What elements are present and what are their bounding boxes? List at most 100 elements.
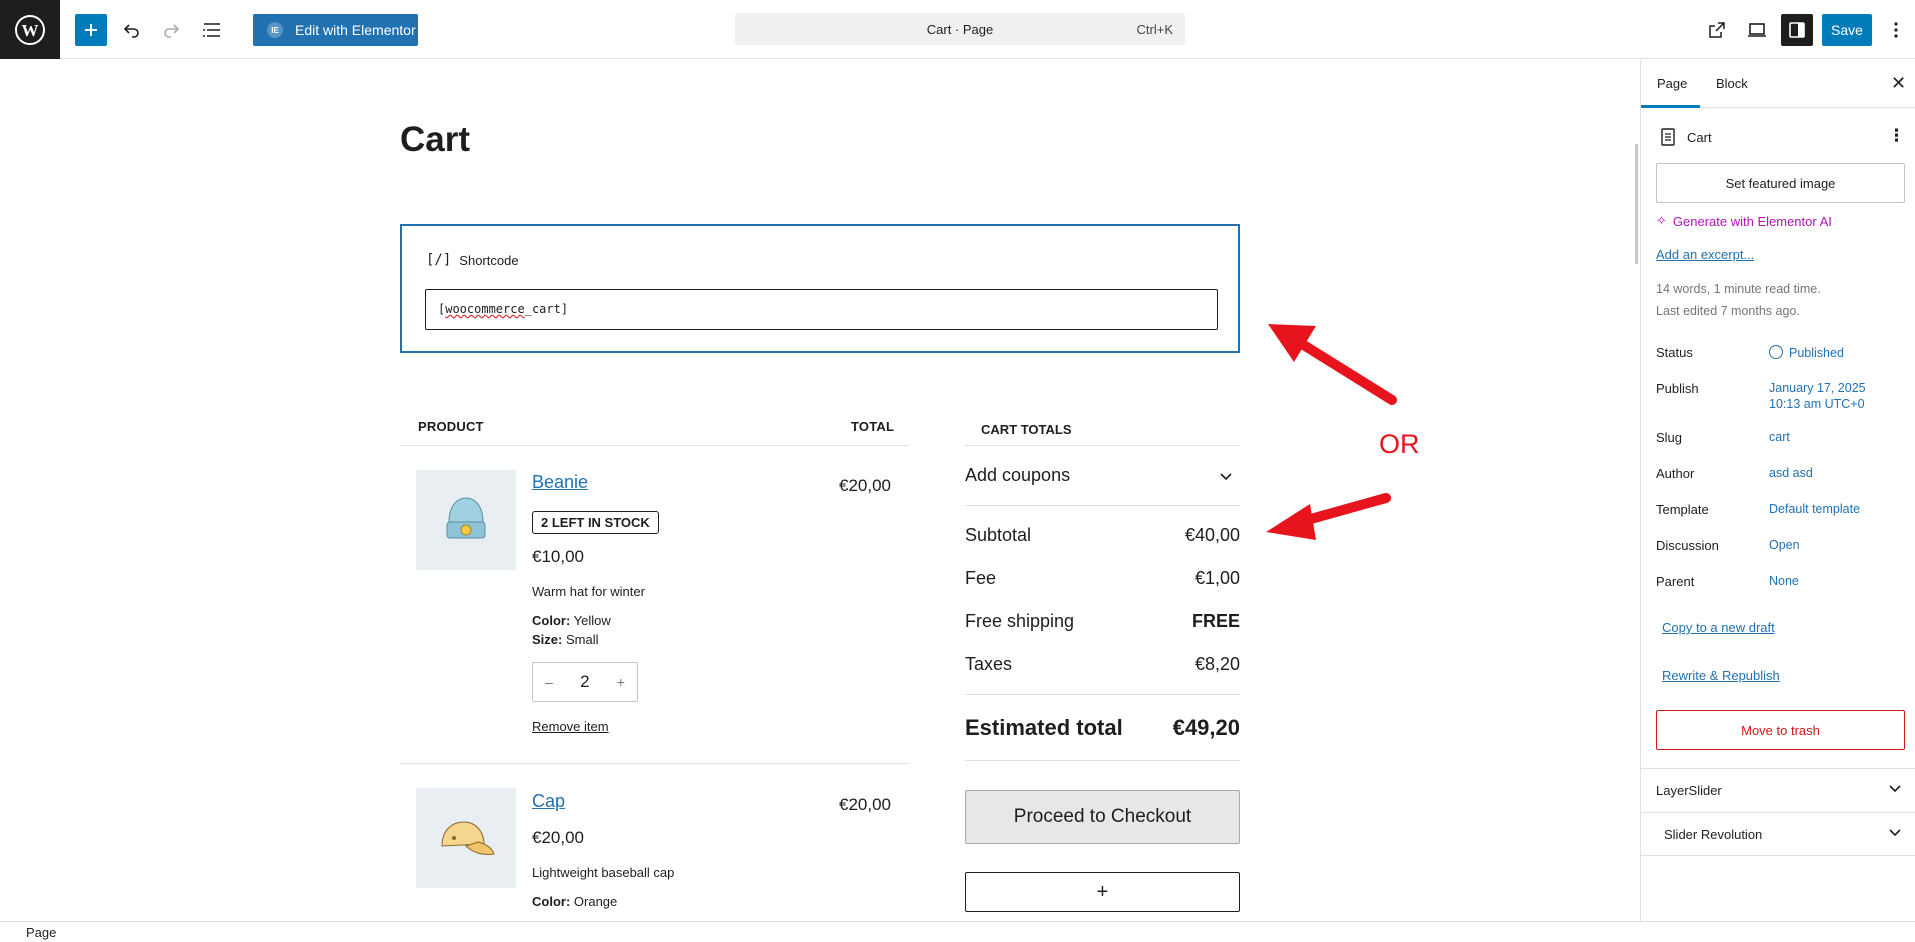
beanie-image[interactable] xyxy=(416,470,516,570)
shortcode-block-header: [/] Shortcode xyxy=(426,252,519,268)
prop-label-template: Template xyxy=(1656,502,1709,517)
totals-divider xyxy=(965,445,1240,446)
color-value: Yellow xyxy=(573,613,611,628)
close-icon[interactable]: ✕ xyxy=(1891,73,1906,94)
redo-icon[interactable] xyxy=(155,14,187,46)
cap-image[interactable] xyxy=(416,788,516,888)
word-count: 14 words, 1 minute read time. xyxy=(1656,282,1821,296)
column-header-total: TOTAL xyxy=(851,419,895,434)
footer-breadcrumb: Page xyxy=(0,921,1915,942)
published-check-icon xyxy=(1769,345,1783,359)
add-coupons-toggle[interactable]: Add coupons xyxy=(965,465,1240,486)
prop-label-parent: Parent xyxy=(1656,574,1695,589)
product-price: €10,00 xyxy=(532,547,584,566)
set-featured-image-button[interactable]: Set featured image xyxy=(1656,163,1905,203)
color-value: Orange xyxy=(573,894,618,909)
panel-slider-revolution-label: Slider Revolution xyxy=(1664,826,1763,842)
product-color: Color: Yellow xyxy=(532,613,611,628)
product-description: Lightweight baseball cap xyxy=(532,865,675,880)
author-value[interactable]: asd asd xyxy=(1769,466,1813,480)
elementor-icon: IE xyxy=(267,22,283,38)
document-summary: Cart xyxy=(1661,128,1712,146)
add-block-button[interactable]: + xyxy=(965,872,1240,912)
command-palette-bar[interactable]: Cart · Page Ctrl+K xyxy=(735,13,1185,45)
estimated-total-label: Estimated total xyxy=(965,715,1123,740)
annotation-arrow-icon xyxy=(1268,324,1397,405)
status-value[interactable]: Published xyxy=(1769,345,1844,360)
quantity-stepper[interactable]: – 2 + xyxy=(532,662,638,702)
proceed-to-checkout-button[interactable]: Proceed to Checkout xyxy=(965,790,1240,844)
estimated-total-row: Estimated total €49,20 xyxy=(965,715,1240,741)
cart-totals-title: CART TOTALS xyxy=(981,422,1072,437)
publish-date[interactable]: January 17, 2025 10:13 am UTC+0 xyxy=(1769,381,1866,411)
tab-block[interactable]: Block xyxy=(1716,76,1748,91)
parent-value[interactable]: None xyxy=(1769,574,1799,588)
subtotal-row: Subtotal €40,00 xyxy=(965,525,1240,546)
taxes-label: Taxes xyxy=(965,654,1013,674)
shortcode-input[interactable]: [woocommerce_cart] xyxy=(425,289,1218,330)
size-label: Size: xyxy=(532,632,563,647)
generate-ai-label: Generate with Elementor AI xyxy=(1672,213,1832,229)
last-edited: Last edited 7 months ago. xyxy=(1656,304,1800,318)
shipping-label: Free shipping xyxy=(965,611,1075,631)
elementor-button-label: Edit with Elementor xyxy=(295,22,416,38)
product-link-cap[interactable]: Cap xyxy=(532,791,565,812)
slug-value[interactable]: cart xyxy=(1769,430,1790,444)
increment-icon[interactable]: + xyxy=(617,674,625,690)
save-button[interactable]: Save xyxy=(1822,14,1872,46)
device-preview-icon[interactable] xyxy=(1741,14,1773,46)
breadcrumb-page[interactable]: Page xyxy=(26,925,56,940)
quantity-value[interactable]: 2 xyxy=(580,672,589,692)
color-label: Color: xyxy=(532,894,571,909)
decrement-icon[interactable]: – xyxy=(545,674,553,690)
document-overview-icon[interactable] xyxy=(196,14,228,46)
add-block-icon[interactable] xyxy=(75,14,107,46)
shortcode-icon: [/] xyxy=(426,252,452,268)
subtotal-label: Subtotal xyxy=(965,525,1032,545)
shortcode-block[interactable]: [/] Shortcode [woocommerce_cart] xyxy=(400,224,1240,353)
settings-sidebar-icon[interactable] xyxy=(1781,14,1813,46)
product-link-beanie[interactable]: Beanie xyxy=(532,472,588,493)
sidebar-tabs: Page Block ✕ xyxy=(1641,60,1915,108)
discussion-value[interactable]: Open xyxy=(1769,538,1800,552)
row-total: €20,00 xyxy=(839,795,891,814)
panel-layerslider[interactable]: LayerSlider xyxy=(1641,768,1915,812)
remove-item-link[interactable]: Remove item xyxy=(532,719,609,734)
add-excerpt-link[interactable]: Add an excerpt... xyxy=(1656,247,1754,262)
publish-date-line: January 17, 2025 xyxy=(1769,381,1866,395)
copy-to-draft-link[interactable]: Copy to a new draft xyxy=(1662,620,1775,635)
row-total: €20,00 xyxy=(839,476,891,495)
status-value-text: Published xyxy=(1789,346,1844,360)
totals-divider xyxy=(965,694,1240,695)
panel-slider-revolution[interactable]: Slider Revolution xyxy=(1641,812,1915,856)
move-to-trash-button[interactable]: Move to trash xyxy=(1656,710,1905,750)
undo-icon[interactable] xyxy=(116,14,148,46)
rewrite-republish-link[interactable]: Rewrite & Republish xyxy=(1662,668,1780,683)
edit-with-elementor-button[interactable]: IE Edit with Elementor xyxy=(253,14,418,46)
generate-elementor-ai-link[interactable]: ✧ Generate with Elementor AI xyxy=(1656,213,1832,229)
row-divider xyxy=(400,763,908,764)
active-tab-indicator xyxy=(1641,105,1700,108)
page-title[interactable]: Cart xyxy=(400,120,470,160)
panel-layerslider-label: LayerSlider xyxy=(1656,783,1722,798)
column-header-product: PRODUCT xyxy=(418,419,484,434)
totals-divider xyxy=(965,505,1240,506)
template-value[interactable]: Default template xyxy=(1769,502,1860,516)
canvas-scrollbar[interactable] xyxy=(1635,144,1638,264)
color-label: Color: xyxy=(532,613,571,628)
document-actions-icon[interactable]: ⋮ xyxy=(1888,126,1905,146)
chevron-down-icon xyxy=(1889,781,1901,796)
chevron-down-icon xyxy=(1220,465,1240,486)
document-title: Cart xyxy=(1687,129,1712,145)
product-color: Color: Orange xyxy=(532,894,617,909)
shortcode-value-misspelled: woocommerce xyxy=(445,302,525,316)
annotation-arrow-icon xyxy=(1266,493,1391,540)
tab-page[interactable]: Page xyxy=(1657,76,1687,91)
product-price: €20,00 xyxy=(532,828,584,847)
view-page-external-icon[interactable] xyxy=(1701,14,1733,46)
wordpress-logo-icon[interactable]: W xyxy=(0,0,60,59)
options-kebab-icon[interactable] xyxy=(1880,14,1912,46)
taxes-value: €8,20 xyxy=(1194,654,1240,674)
product-size: Size: Small xyxy=(532,632,598,647)
product-description: Warm hat for winter xyxy=(532,584,645,599)
